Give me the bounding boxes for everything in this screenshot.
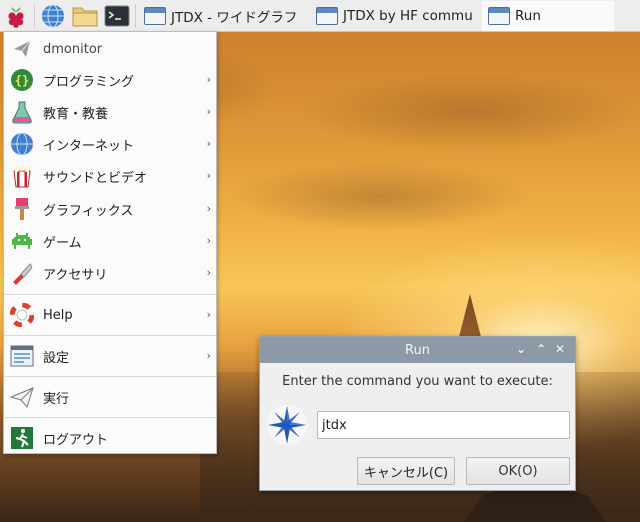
menu-item-games[interactable]: ゲーム › — [4, 226, 216, 256]
chevron-right-icon: › — [206, 137, 211, 150]
window-icon — [144, 6, 166, 25]
settings-icon — [9, 343, 35, 369]
popcorn-icon — [9, 163, 35, 189]
svg-text:{}: {} — [15, 74, 29, 88]
menu-item-sound-video[interactable]: サウンドとビデオ › — [4, 161, 216, 191]
programming-icon: {} — [9, 67, 35, 93]
minimize-icon[interactable]: ⌄ — [513, 341, 529, 357]
dialog-titlebar[interactable]: Run ⌄ ⌃ ✕ — [260, 337, 575, 363]
menu-item-graphics[interactable]: グラフィックス › — [4, 194, 216, 224]
menu-item-label: アクセサリ — [43, 267, 108, 283]
window-icon — [316, 6, 338, 25]
chevron-right-icon: › — [206, 105, 211, 118]
menu-item-label: dmonitor — [43, 41, 103, 57]
menu-item-dmonitor[interactable]: dmonitor — [4, 34, 216, 64]
terminal-icon — [104, 5, 130, 26]
paintbrush-icon — [9, 196, 35, 222]
application-menu: dmonitor {} プログラミング › 教育・教養 › インターネット › … — [3, 31, 217, 454]
menu-item-settings[interactable]: 設定 › — [4, 341, 216, 371]
menu-item-label: Help — [43, 307, 73, 323]
maximize-icon[interactable]: ⌃ — [533, 341, 549, 357]
chevron-right-icon: › — [206, 308, 211, 321]
knife-icon — [9, 260, 35, 286]
menu-item-run[interactable]: 実行 — [4, 382, 216, 412]
menu-item-education[interactable]: 教育・教養 › — [4, 97, 216, 127]
lifebuoy-icon — [9, 302, 35, 328]
compass-star-icon — [266, 404, 308, 446]
ok-button[interactable]: OK(O) — [466, 457, 570, 485]
menu-item-label: ログアウト — [43, 432, 109, 448]
chevron-right-icon: › — [206, 202, 211, 215]
file-manager-launcher[interactable] — [69, 0, 101, 32]
menu-item-label: プログラミング — [43, 74, 135, 90]
menu-item-label: 実行 — [43, 391, 70, 407]
game-invader-icon — [9, 228, 35, 254]
menu-item-label: 設定 — [43, 350, 70, 366]
menu-item-help[interactable]: Help › — [4, 300, 216, 330]
education-icon — [9, 99, 35, 125]
dialog-title: Run — [405, 342, 430, 358]
menu-item-accessories[interactable]: アクセサリ › — [4, 258, 216, 288]
taskbar-window-jtdx-main[interactable]: JTDX by HF commu — [310, 1, 482, 31]
cancel-button[interactable]: キャンセル(C) — [357, 457, 455, 485]
menu-item-label: ゲーム — [43, 235, 82, 251]
menu-item-label: グラフィックス — [43, 203, 134, 219]
terminal-launcher[interactable] — [101, 0, 133, 32]
raspberry-menu-button[interactable] — [0, 0, 32, 32]
menu-item-programming[interactable]: {} プログラミング › — [4, 65, 216, 95]
menu-divider — [4, 417, 216, 418]
raspberry-icon — [8, 6, 24, 28]
window-icon — [488, 6, 510, 25]
chevron-right-icon: › — [206, 266, 211, 279]
menu-divider — [4, 294, 216, 295]
browser-launcher[interactable] — [37, 0, 69, 32]
chevron-right-icon: › — [206, 234, 211, 247]
dialog-prompt: Enter the command you want to execute: — [282, 374, 553, 389]
globe-icon — [9, 131, 35, 157]
menu-item-label: サウンドとビデオ — [43, 170, 148, 186]
taskbar-window-run[interactable]: Run — [482, 0, 614, 31]
taskbar: JTDX - ワイドグラフ JTDX by HF commu Run — [0, 0, 640, 32]
paper-plane-icon — [9, 36, 35, 62]
menu-item-internet[interactable]: インターネット › — [4, 129, 216, 159]
menu-item-label: インターネット — [43, 138, 135, 154]
chevron-right-icon: › — [206, 349, 211, 362]
chevron-right-icon: › — [206, 73, 211, 86]
exit-icon — [9, 425, 35, 451]
globe-icon — [42, 4, 64, 27]
taskbar-window-label: JTDX - ワイドグラフ — [171, 9, 298, 26]
menu-item-logout[interactable]: ログアウト — [4, 423, 216, 453]
menu-item-label: 教育・教養 — [43, 106, 109, 122]
taskbar-window-label: JTDX by HF commu — [343, 7, 473, 24]
folder-icon — [72, 7, 98, 26]
menu-divider — [4, 376, 216, 377]
taskbar-window-jtdx-widegraph[interactable]: JTDX - ワイドグラフ — [138, 1, 310, 31]
run-dialog: Run ⌄ ⌃ ✕ Enter the command you want to … — [259, 336, 576, 491]
chevron-right-icon: › — [206, 169, 211, 182]
taskbar-window-label: Run — [515, 7, 541, 24]
paper-plane-icon — [9, 384, 35, 410]
close-icon[interactable]: ✕ — [552, 341, 568, 357]
menu-divider — [4, 335, 216, 336]
command-input[interactable] — [317, 411, 570, 439]
